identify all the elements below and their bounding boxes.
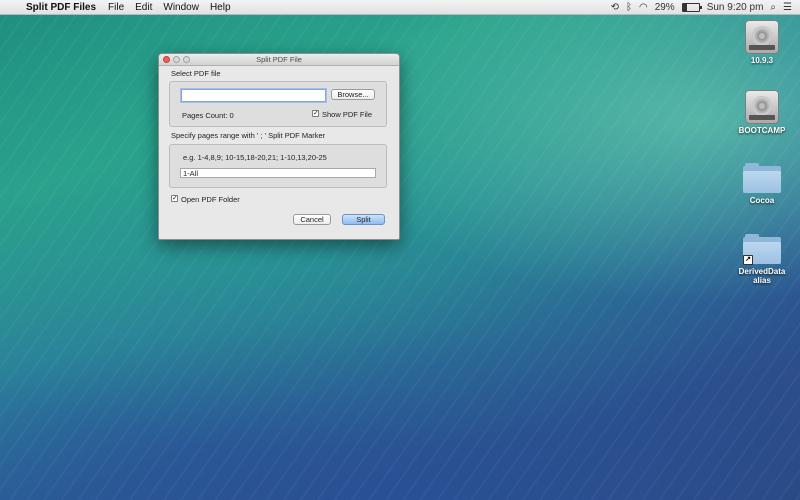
- search-icon[interactable]: ⌕: [770, 2, 776, 13]
- pages-count-label: Pages Count: 0: [182, 111, 234, 120]
- alias-arrow-icon: ↗: [743, 255, 753, 265]
- select-pdf-label: Select PDF file: [171, 69, 221, 78]
- window-titlebar[interactable]: Split PDF File: [159, 54, 399, 66]
- desktop-icon-drive-bootcamp[interactable]: BOOTCAMP: [732, 90, 792, 135]
- range-label: Specify pages range with ' ; ' Split PDF…: [171, 131, 326, 140]
- folder-icon: [743, 163, 781, 193]
- menu-help[interactable]: Help: [210, 2, 231, 13]
- battery-icon[interactable]: [681, 2, 702, 12]
- desktop-wallpaper: [0, 0, 800, 500]
- hard-drive-icon: [745, 20, 779, 54]
- menu-bar: Split PDF Files File Edit Window Help ⟲ …: [0, 0, 800, 15]
- open-folder-checkbox[interactable]: ✓: [171, 195, 178, 202]
- range-example: e.g. 1-4,8,9; 10-15,18-20,21; 1-10,13,20…: [183, 153, 327, 162]
- split-button[interactable]: Split: [342, 214, 385, 225]
- bluetooth-icon[interactable]: ᛒ: [626, 2, 632, 13]
- close-button[interactable]: [163, 56, 170, 63]
- desktop-icon-label: DerivedData alias: [738, 267, 786, 285]
- battery-percent: 29%: [654, 1, 675, 13]
- minimize-button[interactable]: [173, 56, 180, 63]
- desktop-icon-label: Cocoa: [749, 196, 775, 205]
- file-path-input[interactable]: [181, 89, 326, 102]
- menu-window[interactable]: Window: [163, 2, 199, 13]
- range-input[interactable]: 1-All: [180, 168, 376, 178]
- desktop-icon-label: 10.9.3: [750, 56, 774, 65]
- open-folder-label: Open PDF Folder: [181, 195, 240, 204]
- show-pdf-checkbox[interactable]: ✓: [312, 110, 319, 117]
- clock[interactable]: Sun 9:20 pm: [707, 2, 764, 13]
- select-file-group: Browse... Pages Count: 0 ✓ Show PDF File: [169, 81, 387, 127]
- hard-drive-icon: [745, 90, 779, 124]
- show-pdf-label: Show PDF File: [322, 110, 373, 119]
- browse-button[interactable]: Browse...: [331, 89, 375, 100]
- desktop-icon-drive-10-9-3[interactable]: 10.9.3: [732, 20, 792, 65]
- desktop-icon-label: BOOTCAMP: [738, 126, 786, 135]
- app-menu[interactable]: Split PDF Files: [26, 2, 96, 13]
- time-machine-icon[interactable]: ⟲: [611, 2, 619, 13]
- split-pdf-window: Split PDF File Select PDF file Browse...…: [158, 53, 400, 240]
- desktop-icon-folder-cocoa[interactable]: Cocoa: [732, 163, 792, 205]
- zoom-button[interactable]: [183, 56, 190, 63]
- menu-edit[interactable]: Edit: [135, 2, 152, 13]
- range-group: e.g. 1-4,8,9; 10-15,18-20,21; 1-10,13,20…: [169, 144, 387, 188]
- wifi-icon[interactable]: ◠: [639, 2, 648, 13]
- cancel-button[interactable]: Cancel: [293, 214, 331, 225]
- menu-file[interactable]: File: [108, 2, 124, 13]
- window-title: Split PDF File: [256, 55, 302, 64]
- notification-center-icon[interactable]: ☰: [783, 2, 792, 13]
- folder-alias-icon: ↗: [743, 234, 781, 265]
- desktop-icon-folder-deriveddata-alias[interactable]: ↗ DerivedData alias: [732, 234, 792, 285]
